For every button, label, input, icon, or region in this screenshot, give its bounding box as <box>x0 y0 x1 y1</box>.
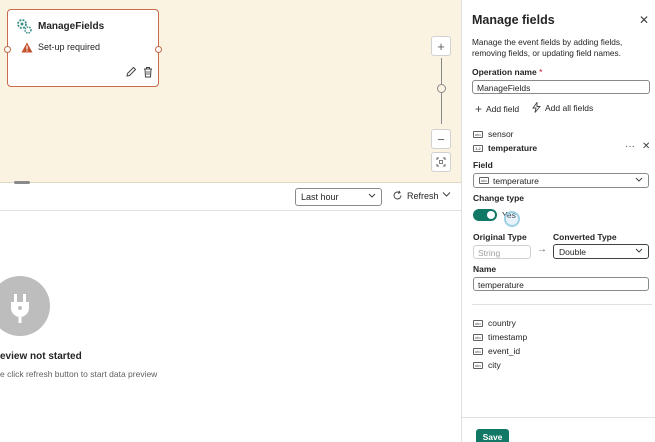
add-all-fields-button[interactable]: Add all fields <box>532 102 593 113</box>
arrow-right-icon: → <box>537 244 547 255</box>
field-row-temperature[interactable]: 1.2 temperature <box>473 143 537 153</box>
section-divider <box>472 304 652 305</box>
string-type-icon: abc <box>473 319 483 327</box>
zoom-out-button[interactable]: − <box>431 129 451 149</box>
chevron-down-icon[interactable] <box>442 191 451 198</box>
field-row-city[interactable]: abc city <box>473 360 501 370</box>
refresh-button[interactable]: Refresh <box>392 190 439 201</box>
chevron-down-icon <box>635 248 643 253</box>
plus-icon: + <box>475 102 483 116</box>
gear-icon <box>17 19 32 34</box>
node-status: Set-up required <box>38 42 101 52</box>
field-row-actions: ··· ✕ <box>625 141 650 152</box>
original-type-input: String <box>473 245 531 259</box>
fit-screen-icon <box>436 157 446 167</box>
plug-icon <box>0 276 50 336</box>
operation-name-input[interactable]: ManageFields <box>472 80 650 94</box>
number-type-icon: 1.2 <box>473 144 483 152</box>
save-button[interactable]: Save <box>476 429 509 442</box>
lightning-icon <box>532 102 541 113</box>
string-type-icon: abc <box>473 347 483 355</box>
empty-state-subtitle: e click refresh button to start data pre… <box>0 369 158 379</box>
field-row-sensor[interactable]: abc sensor <box>473 129 514 139</box>
string-type-icon: abc <box>479 177 489 184</box>
converted-type-label: Converted Type <box>553 232 617 242</box>
edit-icon[interactable] <box>125 66 137 78</box>
operation-name-label: Operation name * <box>472 67 543 77</box>
manage-fields-node[interactable]: ManageFields Set-up required <box>4 9 162 87</box>
node-output-port[interactable] <box>155 46 162 53</box>
close-icon[interactable]: ✕ <box>639 13 649 27</box>
zoom-in-button[interactable]: + <box>431 36 451 56</box>
more-options-icon[interactable]: ··· <box>625 141 635 152</box>
footer-divider <box>462 417 655 418</box>
data-preview-pane <box>0 184 461 442</box>
field-select[interactable]: abc temperature <box>473 173 649 188</box>
node-input-port[interactable] <box>4 46 11 53</box>
field-row-event-id[interactable]: abc event_id <box>473 346 520 356</box>
field-row-country[interactable]: abc country <box>473 318 516 328</box>
add-field-button[interactable]: + Add field <box>475 102 519 116</box>
warning-icon <box>21 42 33 53</box>
converted-type-select[interactable]: Double <box>553 244 649 259</box>
required-marker: * <box>539 67 543 77</box>
string-type-icon: abc <box>473 361 483 369</box>
preview-header-divider <box>0 210 461 211</box>
close-icon[interactable]: ✕ <box>642 141 650 152</box>
refresh-label: Refresh <box>407 190 439 201</box>
chevron-down-icon <box>635 177 643 182</box>
pointer-cursor-indicator <box>504 211 520 227</box>
field-label: Field <box>473 160 493 170</box>
fit-to-screen-button[interactable] <box>431 152 451 172</box>
manage-fields-panel: Manage fields ✕ Manage the event fields … <box>461 0 655 442</box>
delete-icon[interactable] <box>142 66 154 78</box>
panel-title: Manage fields <box>472 13 555 27</box>
name-label: Name <box>473 264 497 274</box>
change-type-label: Change type <box>473 193 525 203</box>
zoom-slider-thumb[interactable] <box>437 84 446 93</box>
time-range-select[interactable]: Last hour <box>295 188 382 206</box>
flow-canvas[interactable]: ManageFields Set-up required + − <box>0 0 461 183</box>
string-type-icon: abc <box>473 333 483 341</box>
node-title: ManageFields <box>38 21 105 32</box>
empty-state-title: eview not started <box>0 351 82 362</box>
refresh-icon <box>393 190 402 200</box>
original-type-label: Original Type <box>473 232 527 242</box>
change-type-toggle[interactable] <box>473 209 497 221</box>
string-type-icon: abc <box>473 130 483 138</box>
panel-description: Manage the event fields by adding fields… <box>472 37 623 58</box>
field-row-timestamp[interactable]: abc timestamp <box>473 332 527 342</box>
time-range-value: Last hour <box>301 192 339 202</box>
chevron-down-icon <box>368 193 376 198</box>
field-name-input[interactable]: temperature <box>473 277 649 291</box>
